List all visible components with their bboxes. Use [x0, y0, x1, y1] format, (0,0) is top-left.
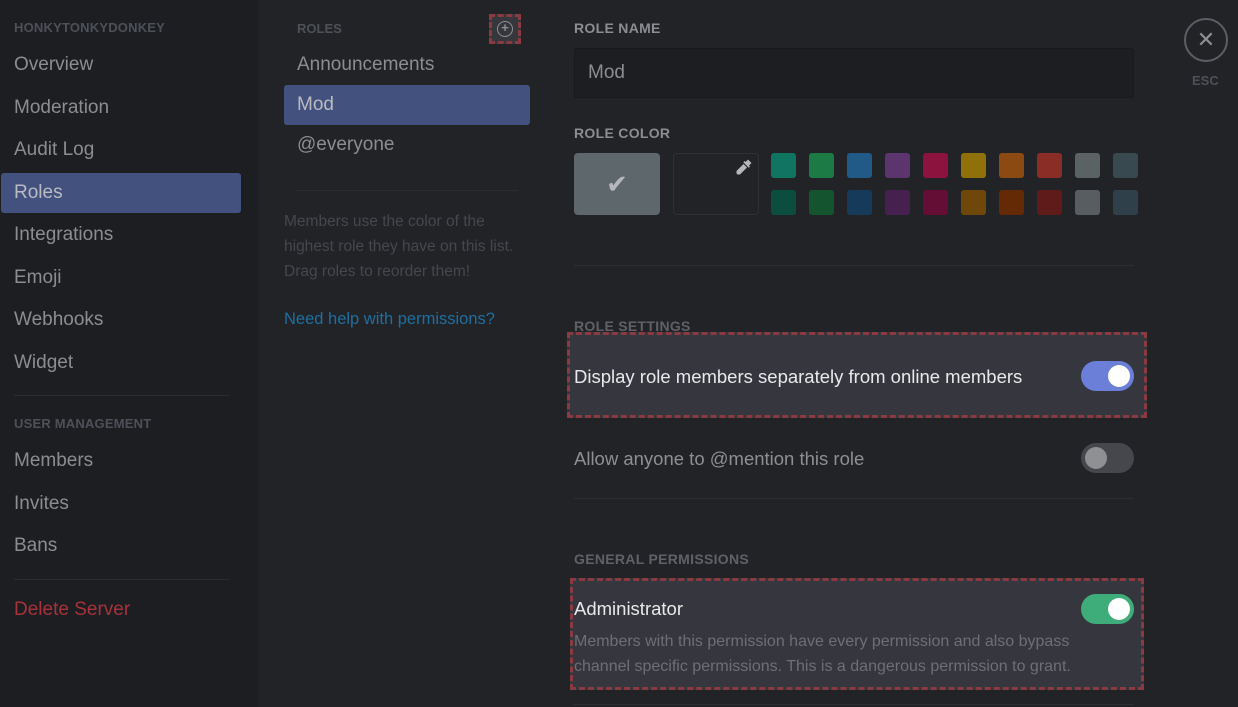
- color-swatch[interactable]: [999, 153, 1024, 178]
- sidebar-item-integrations[interactable]: Integrations: [1, 215, 241, 255]
- color-swatch[interactable]: [961, 190, 986, 215]
- sidebar-divider: [14, 579, 229, 580]
- plus-circle-icon: +: [497, 21, 513, 37]
- color-swatch[interactable]: [999, 190, 1024, 215]
- color-swatch[interactable]: [1037, 153, 1062, 178]
- roles-hint-text: Members use the color of the highest rol…: [284, 213, 514, 280]
- allow-mention-toggle[interactable]: [1081, 443, 1134, 473]
- color-swatch[interactable]: [847, 153, 872, 178]
- sidebar-item-webhooks[interactable]: Webhooks: [1, 300, 241, 340]
- setting-display-separately: Display role members separately from onl…: [574, 332, 1134, 418]
- role-name-label: ROLE NAME: [574, 20, 661, 36]
- default-color-swatch[interactable]: ✔: [574, 153, 660, 215]
- sidebar-item-members[interactable]: Members: [1, 441, 241, 481]
- color-swatch[interactable]: [1075, 153, 1100, 178]
- color-swatch[interactable]: [923, 190, 948, 215]
- close-button[interactable]: ✕: [1184, 18, 1228, 62]
- sidebar-item-audit-log[interactable]: Audit Log: [1, 130, 241, 170]
- checkmark-icon: ✔: [606, 168, 628, 199]
- roles-divider: [297, 190, 518, 191]
- eyedropper-icon: [736, 159, 752, 175]
- color-swatch[interactable]: [885, 153, 910, 178]
- color-swatch[interactable]: [771, 153, 796, 178]
- administrator-toggle[interactable]: [1081, 594, 1134, 624]
- general-permissions-label: GENERAL PERMISSIONS: [574, 551, 750, 567]
- sidebar-item-invites[interactable]: Invites: [1, 484, 241, 524]
- role-name-input[interactable]: [574, 48, 1134, 98]
- color-swatch[interactable]: [771, 190, 796, 215]
- display-separately-toggle[interactable]: [1081, 361, 1134, 391]
- sidebar-item-bans[interactable]: Bans: [1, 526, 241, 566]
- sidebar-item-widget[interactable]: Widget: [1, 343, 241, 383]
- permission-administrator: Administrator Members with this permissi…: [574, 578, 1134, 690]
- section-divider: [574, 265, 1134, 266]
- sidebar-divider: [14, 395, 229, 396]
- permissions-help-link[interactable]: Need help with permissions?: [284, 310, 495, 329]
- color-swatch[interactable]: [1037, 190, 1062, 215]
- sidebar-item-moderation[interactable]: Moderation: [1, 88, 241, 128]
- color-swatch[interactable]: [1075, 190, 1100, 215]
- roles-header: ROLES: [297, 21, 342, 36]
- sidebar-item-overview[interactable]: Overview: [1, 45, 241, 85]
- toggle-knob: [1108, 598, 1130, 620]
- color-swatch[interactable]: [809, 153, 834, 178]
- setting-title: Allow anyone to @mention this role: [574, 448, 865, 469]
- color-swatch[interactable]: [885, 190, 910, 215]
- toggle-knob: [1085, 447, 1107, 469]
- permission-description: Members with this permission have every …: [574, 633, 1071, 675]
- role-item-announcements[interactable]: Announcements: [284, 45, 530, 85]
- color-swatch[interactable]: [961, 153, 986, 178]
- setting-allow-mention: Allow anyone to @mention this role: [574, 430, 1134, 490]
- delete-server-button[interactable]: Delete Server: [1, 590, 241, 630]
- sidebar-item-emoji[interactable]: Emoji: [1, 258, 241, 298]
- permission-title: Administrator: [574, 598, 683, 619]
- color-swatch[interactable]: [1113, 153, 1138, 178]
- role-item-everyone[interactable]: @everyone: [284, 125, 530, 165]
- role-color-label: ROLE COLOR: [574, 125, 671, 141]
- add-role-button[interactable]: +: [489, 14, 521, 44]
- esc-label: ESC: [1192, 73, 1219, 88]
- server-name-header: HONKYTONKYDONKEY: [14, 20, 166, 35]
- color-swatch[interactable]: [923, 153, 948, 178]
- color-swatch[interactable]: [809, 190, 834, 215]
- section-divider: [574, 498, 1134, 499]
- section-divider: [574, 704, 1134, 705]
- color-swatch[interactable]: [847, 190, 872, 215]
- role-item-mod[interactable]: Mod: [284, 85, 530, 125]
- sidebar-item-roles[interactable]: Roles: [1, 173, 241, 213]
- color-swatch[interactable]: [1113, 190, 1138, 215]
- settings-sidebar: HONKYTONKYDONKEY Overview Moderation Aud…: [0, 0, 259, 707]
- toggle-knob: [1108, 365, 1130, 387]
- setting-title: Display role members separately from onl…: [574, 366, 1023, 387]
- user-management-header: USER MANAGEMENT: [14, 416, 152, 431]
- close-icon: ✕: [1196, 27, 1216, 52]
- custom-color-picker[interactable]: [673, 153, 759, 215]
- color-swatch-grid: [771, 153, 1138, 215]
